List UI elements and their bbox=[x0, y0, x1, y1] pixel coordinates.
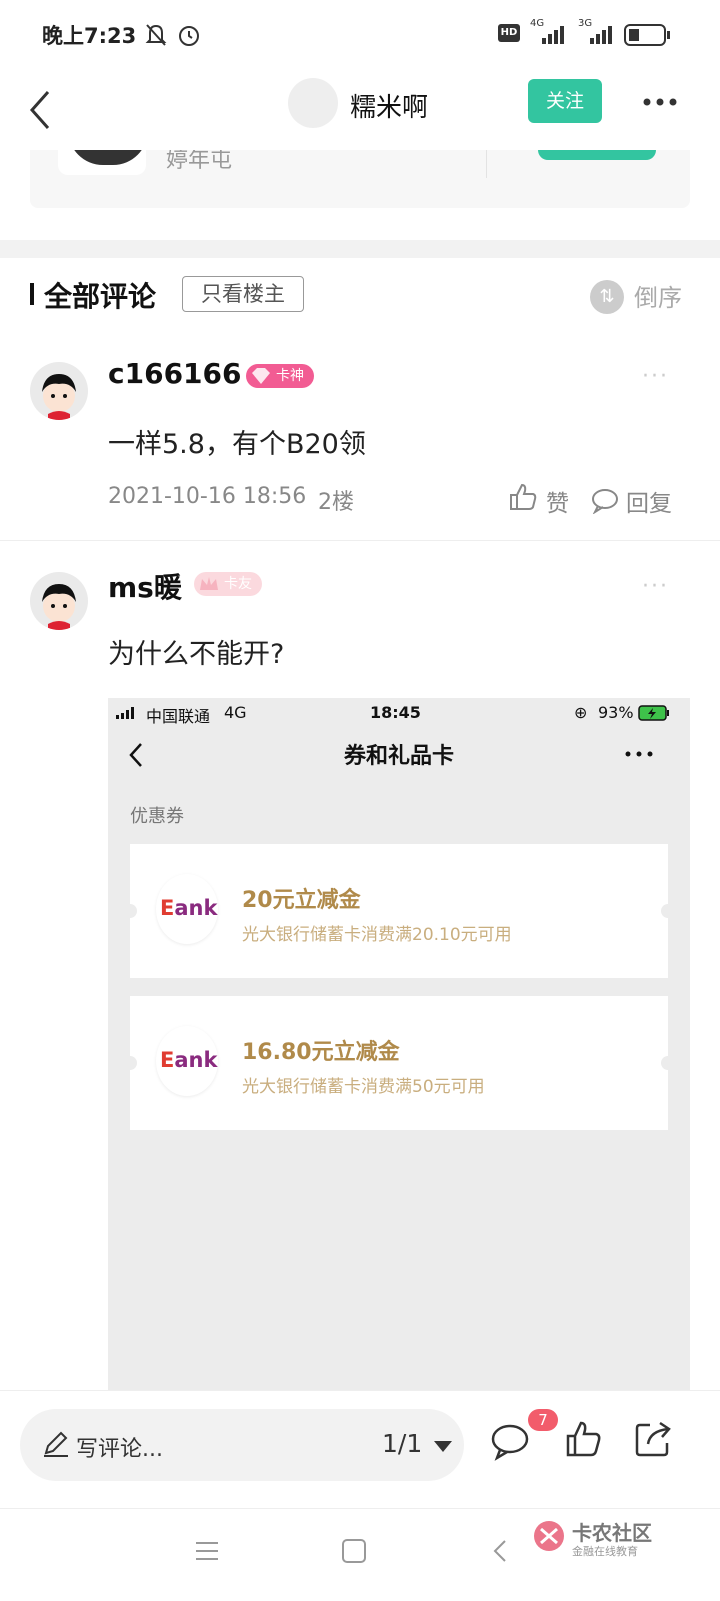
card-button[interactable] bbox=[538, 150, 656, 160]
commenter-username-2[interactable]: ms暖 bbox=[108, 566, 182, 606]
comment-more-icon-2[interactable]: ··· bbox=[642, 574, 669, 599]
card-text: 婷年屯 bbox=[166, 150, 233, 173]
watermark-tagline: 金融在线教育 bbox=[572, 1545, 638, 1558]
commenter-username[interactable]: c166166 bbox=[108, 357, 242, 390]
attached-image[interactable]: 中国联通 4G 18:45 ⊕ 93% 券和礼品卡 优惠券 Eank 20元立减… bbox=[108, 698, 690, 1390]
level-badge-2: 卡友 bbox=[194, 572, 262, 596]
badge-label: 卡神 bbox=[276, 368, 304, 384]
reply-icon[interactable] bbox=[590, 486, 620, 514]
like-post-icon[interactable] bbox=[564, 1419, 604, 1459]
img-battery-icon bbox=[638, 705, 669, 721]
img-signal-icon bbox=[116, 707, 134, 719]
section-marker bbox=[30, 283, 34, 305]
bank-logo: Eank bbox=[156, 1026, 218, 1096]
status-time: 晚上7:23 bbox=[42, 24, 137, 48]
follow-button[interactable]: 关注 bbox=[528, 79, 602, 123]
page-dropdown-icon[interactable] bbox=[434, 1441, 452, 1452]
coupon-title-2: 16.80元立减金 bbox=[242, 1040, 400, 1065]
coupon-subtitle-2: 光大银行储蓄卡消费满50元可用 bbox=[242, 1077, 485, 1097]
all-comments-title: 全部评论 bbox=[44, 280, 157, 313]
author-name[interactable]: 糯米啊 bbox=[350, 87, 428, 124]
comment-date: 2021-10-16 18:56 bbox=[108, 484, 307, 509]
sort-button[interactable]: 倒序 bbox=[634, 278, 682, 313]
home-icon[interactable] bbox=[340, 1537, 368, 1565]
img-carrier: 中国联通 bbox=[146, 707, 211, 726]
comment-more-icon[interactable]: ··· bbox=[642, 364, 669, 389]
comments-icon[interactable] bbox=[490, 1421, 530, 1461]
reply-label[interactable]: 回复 bbox=[626, 484, 672, 518]
coupon-notch bbox=[123, 1056, 137, 1070]
commenter-avatar[interactable] bbox=[30, 362, 88, 420]
alarm-icon bbox=[179, 26, 199, 46]
watermark-name: 卡农社区 bbox=[572, 1521, 652, 1545]
diamond-icon bbox=[252, 368, 270, 384]
pen-icon bbox=[44, 1431, 68, 1457]
only-host-button[interactable]: 只看楼主 bbox=[182, 276, 304, 312]
img-lock-icon: ⊕ bbox=[574, 703, 588, 722]
comment-text: 一样5.8，有个B20领 bbox=[108, 429, 366, 460]
watermark: 卡农社区 金融在线教育 bbox=[532, 1513, 682, 1573]
section-gap bbox=[0, 240, 720, 258]
bottom-action-bar: 写评论... 1/1 7 bbox=[0, 1390, 720, 1509]
img-section-label: 优惠券 bbox=[130, 806, 184, 827]
top-header: 糯米啊 关注 bbox=[0, 70, 720, 150]
comment-placeholder: 写评论... bbox=[76, 1437, 163, 1462]
bell-off-icon bbox=[145, 24, 167, 46]
signal-icon bbox=[542, 26, 564, 44]
coupon-title: 20元立减金 bbox=[242, 888, 361, 913]
img-more-icon bbox=[625, 751, 653, 757]
card-avatar bbox=[58, 150, 148, 175]
like-icon[interactable] bbox=[508, 482, 538, 512]
coupon-subtitle: 光大银行储蓄卡消费满20.10元可用 bbox=[242, 925, 512, 945]
comment-text-2: 为什么不能开? bbox=[108, 639, 285, 670]
hd-indicator: HD bbox=[498, 24, 520, 42]
like-label[interactable]: 赞 bbox=[546, 484, 569, 518]
comment-count-badge: 7 bbox=[528, 1409, 558, 1431]
img-status-bar: 中国联通 4G 18:45 ⊕ 93% bbox=[108, 698, 690, 728]
author-avatar[interactable] bbox=[288, 78, 338, 128]
coupon-card: Eank 20元立减金 光大银行储蓄卡消费满20.10元可用 bbox=[123, 844, 675, 978]
commenter-avatar-2[interactable] bbox=[30, 572, 88, 630]
comment-input[interactable]: 写评论... 1/1 bbox=[20, 1409, 464, 1481]
back-icon[interactable] bbox=[20, 82, 60, 138]
status-bar: 晚上7:23 HD 4G 3G bbox=[0, 0, 720, 70]
crown-icon bbox=[200, 577, 218, 590]
level-badge: 卡神 bbox=[246, 364, 314, 388]
menu-icon[interactable] bbox=[194, 1539, 220, 1563]
page-indicator[interactable]: 1/1 bbox=[382, 1429, 422, 1458]
card-divider bbox=[486, 150, 487, 178]
coupon-notch bbox=[123, 904, 137, 918]
img-battery-pct: 93% bbox=[598, 703, 634, 722]
img-title: 券和礼品卡 bbox=[343, 744, 454, 769]
share-icon[interactable] bbox=[634, 1419, 674, 1459]
post-author-card: 婷年屯 bbox=[30, 150, 690, 208]
sort-icon[interactable]: ⇅ bbox=[590, 280, 624, 314]
comment-floor: 2楼 bbox=[318, 490, 354, 515]
more-options-icon[interactable] bbox=[642, 90, 678, 114]
battery-icon bbox=[624, 24, 670, 46]
img-time: 18:45 bbox=[370, 703, 421, 722]
coupon-notch bbox=[661, 904, 675, 918]
bank-logo: Eank bbox=[156, 874, 218, 944]
nav-back-icon[interactable] bbox=[490, 1537, 510, 1565]
comment-separator bbox=[0, 540, 720, 541]
coupon-notch bbox=[661, 1056, 675, 1070]
signal-icon-2 bbox=[590, 26, 612, 44]
img-network: 4G bbox=[224, 703, 247, 722]
badge-label-2: 卡友 bbox=[224, 576, 252, 592]
system-nav-bar: 卡农社区 金融在线教育 bbox=[0, 1508, 720, 1601]
watermark-logo-icon bbox=[534, 1521, 564, 1551]
coupon-card-2: Eank 16.80元立减金 光大银行储蓄卡消费满50元可用 bbox=[123, 996, 675, 1130]
